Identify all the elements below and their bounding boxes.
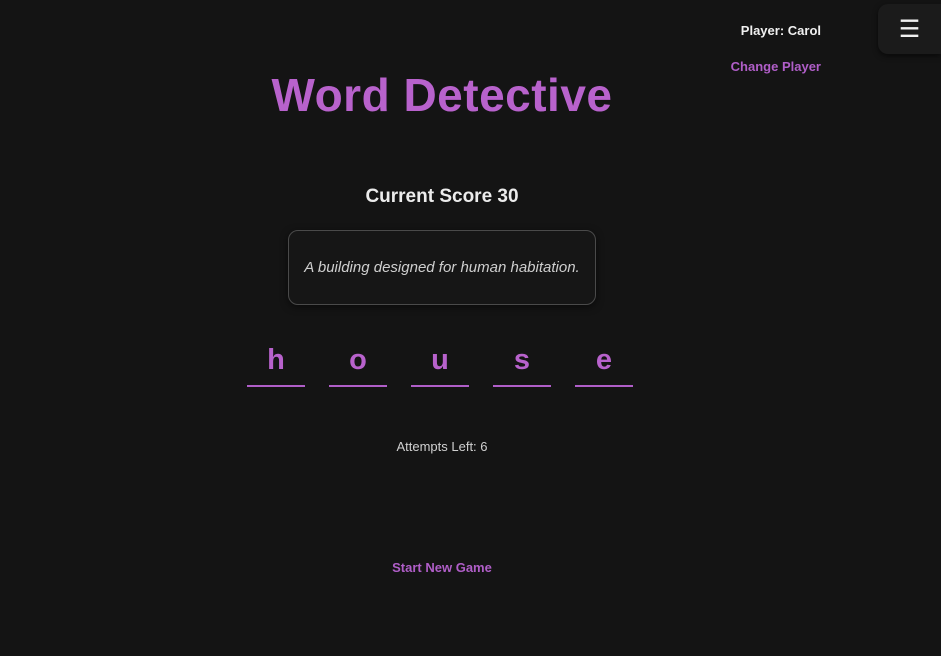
player-name: Player: Carol <box>740 23 821 38</box>
word-letters: h o u s e <box>247 336 633 387</box>
letter: e <box>595 344 613 376</box>
game-page: Player: Carol Change Player ☰ Word Detec… <box>0 0 941 656</box>
letter: s <box>513 344 531 376</box>
hint-text: A building designed for human habitation… <box>304 259 580 276</box>
letter: u <box>431 344 449 376</box>
hamburger-menu-icon: ☰ <box>898 15 921 43</box>
current-score: Current Score 30 <box>365 186 519 207</box>
letter: h <box>267 344 285 376</box>
start-new-game-button[interactable]: Start New Game <box>0 560 884 575</box>
attempts-left: Attempts Left: 6 <box>396 439 488 454</box>
letter: o <box>349 344 367 376</box>
menu-button[interactable]: ☰ <box>878 4 941 54</box>
page-title: Word Detective <box>271 69 613 121</box>
letter-slot[interactable]: e <box>575 336 633 387</box>
letter-slot[interactable]: h <box>247 336 305 387</box>
letter-slot[interactable]: u <box>411 336 469 387</box>
letter-slot[interactable]: s <box>493 336 551 387</box>
letter-slot[interactable]: o <box>329 336 387 387</box>
hint-card: A building designed for human habitation… <box>288 230 596 305</box>
